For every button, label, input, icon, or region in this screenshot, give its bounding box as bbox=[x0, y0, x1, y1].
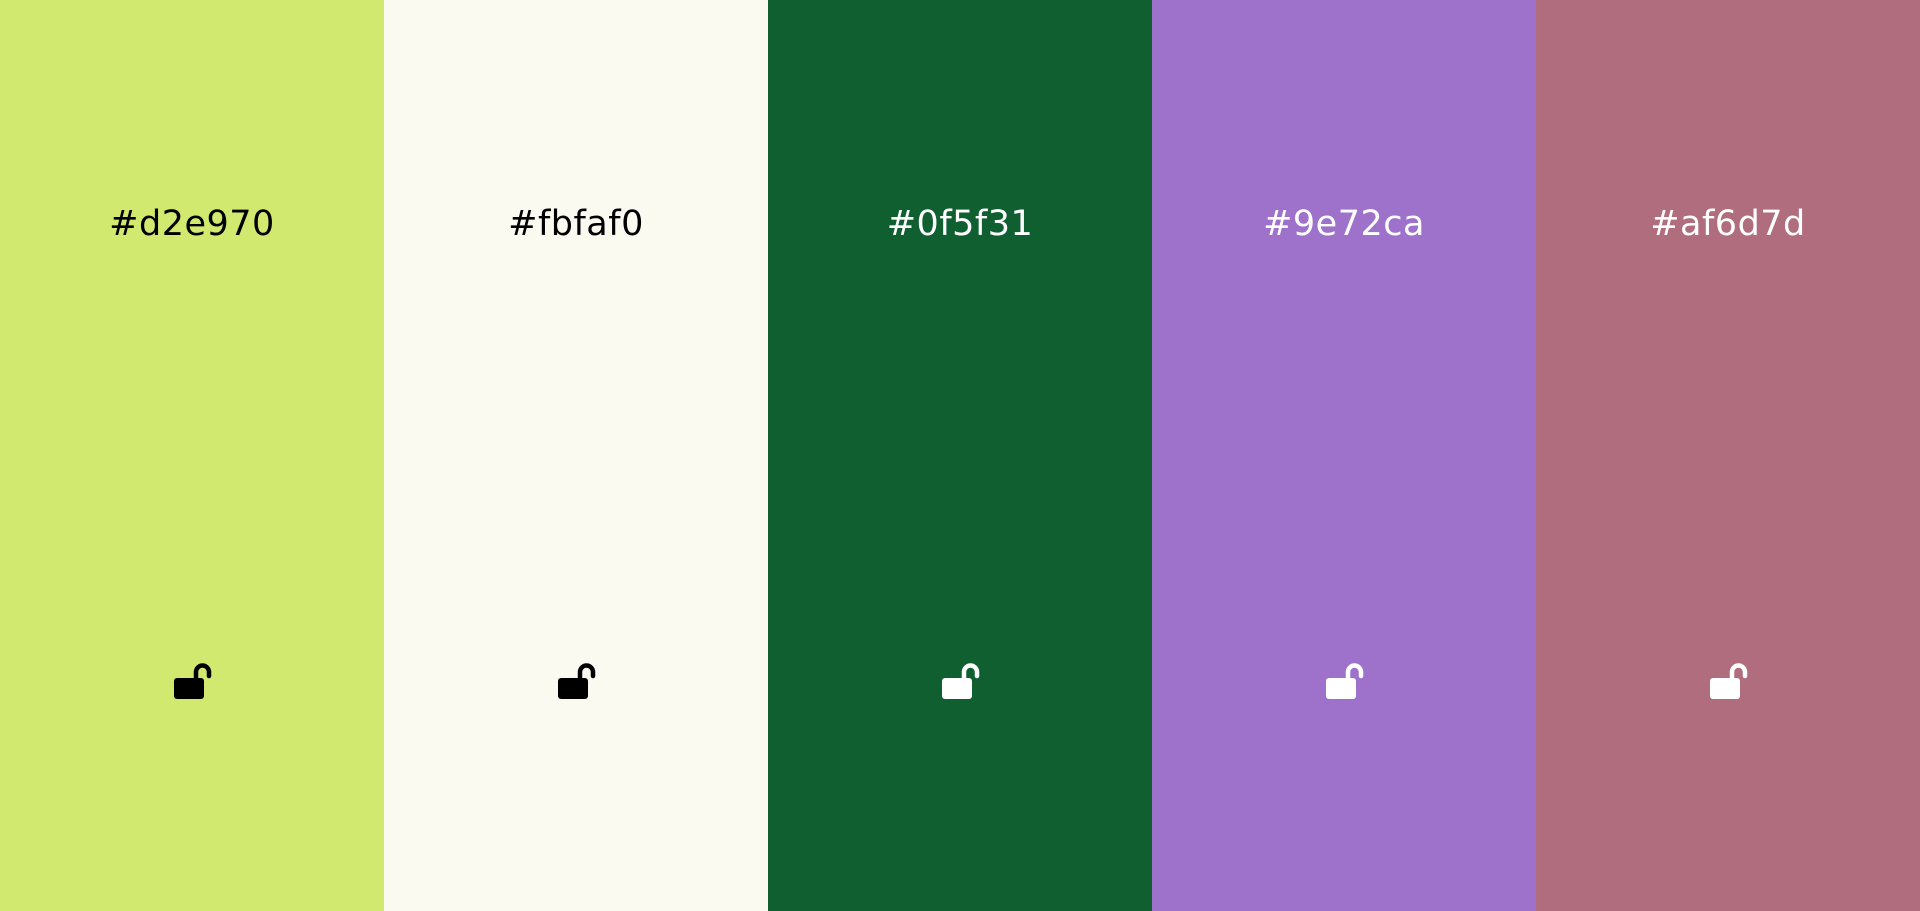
color-swatch-1[interactable]: #d2e970 bbox=[0, 0, 384, 911]
unlocked-padlock-icon bbox=[556, 663, 596, 701]
color-swatch-4[interactable]: #9e72ca bbox=[1152, 0, 1536, 911]
lock-toggle-button[interactable] bbox=[936, 660, 984, 704]
hex-code-label[interactable]: #fbfaf0 bbox=[384, 204, 768, 244]
color-palette: #d2e970 #fbfaf0 #0f5f31 #9e72ca #af6d7d bbox=[0, 0, 1920, 911]
color-swatch-5[interactable]: #af6d7d bbox=[1536, 0, 1920, 911]
lock-toggle-button[interactable] bbox=[168, 660, 216, 704]
unlocked-padlock-icon bbox=[172, 663, 212, 701]
hex-code-label[interactable]: #d2e970 bbox=[0, 204, 384, 244]
hex-code-label[interactable]: #9e72ca bbox=[1152, 204, 1536, 244]
unlocked-padlock-icon bbox=[1708, 663, 1748, 701]
unlocked-padlock-icon bbox=[940, 663, 980, 701]
lock-toggle-button[interactable] bbox=[552, 660, 600, 704]
hex-code-label[interactable]: #af6d7d bbox=[1536, 204, 1920, 244]
hex-code-label[interactable]: #0f5f31 bbox=[768, 204, 1152, 244]
color-swatch-3[interactable]: #0f5f31 bbox=[768, 0, 1152, 911]
unlocked-padlock-icon bbox=[1324, 663, 1364, 701]
lock-toggle-button[interactable] bbox=[1320, 660, 1368, 704]
color-swatch-2[interactable]: #fbfaf0 bbox=[384, 0, 768, 911]
lock-toggle-button[interactable] bbox=[1704, 660, 1752, 704]
